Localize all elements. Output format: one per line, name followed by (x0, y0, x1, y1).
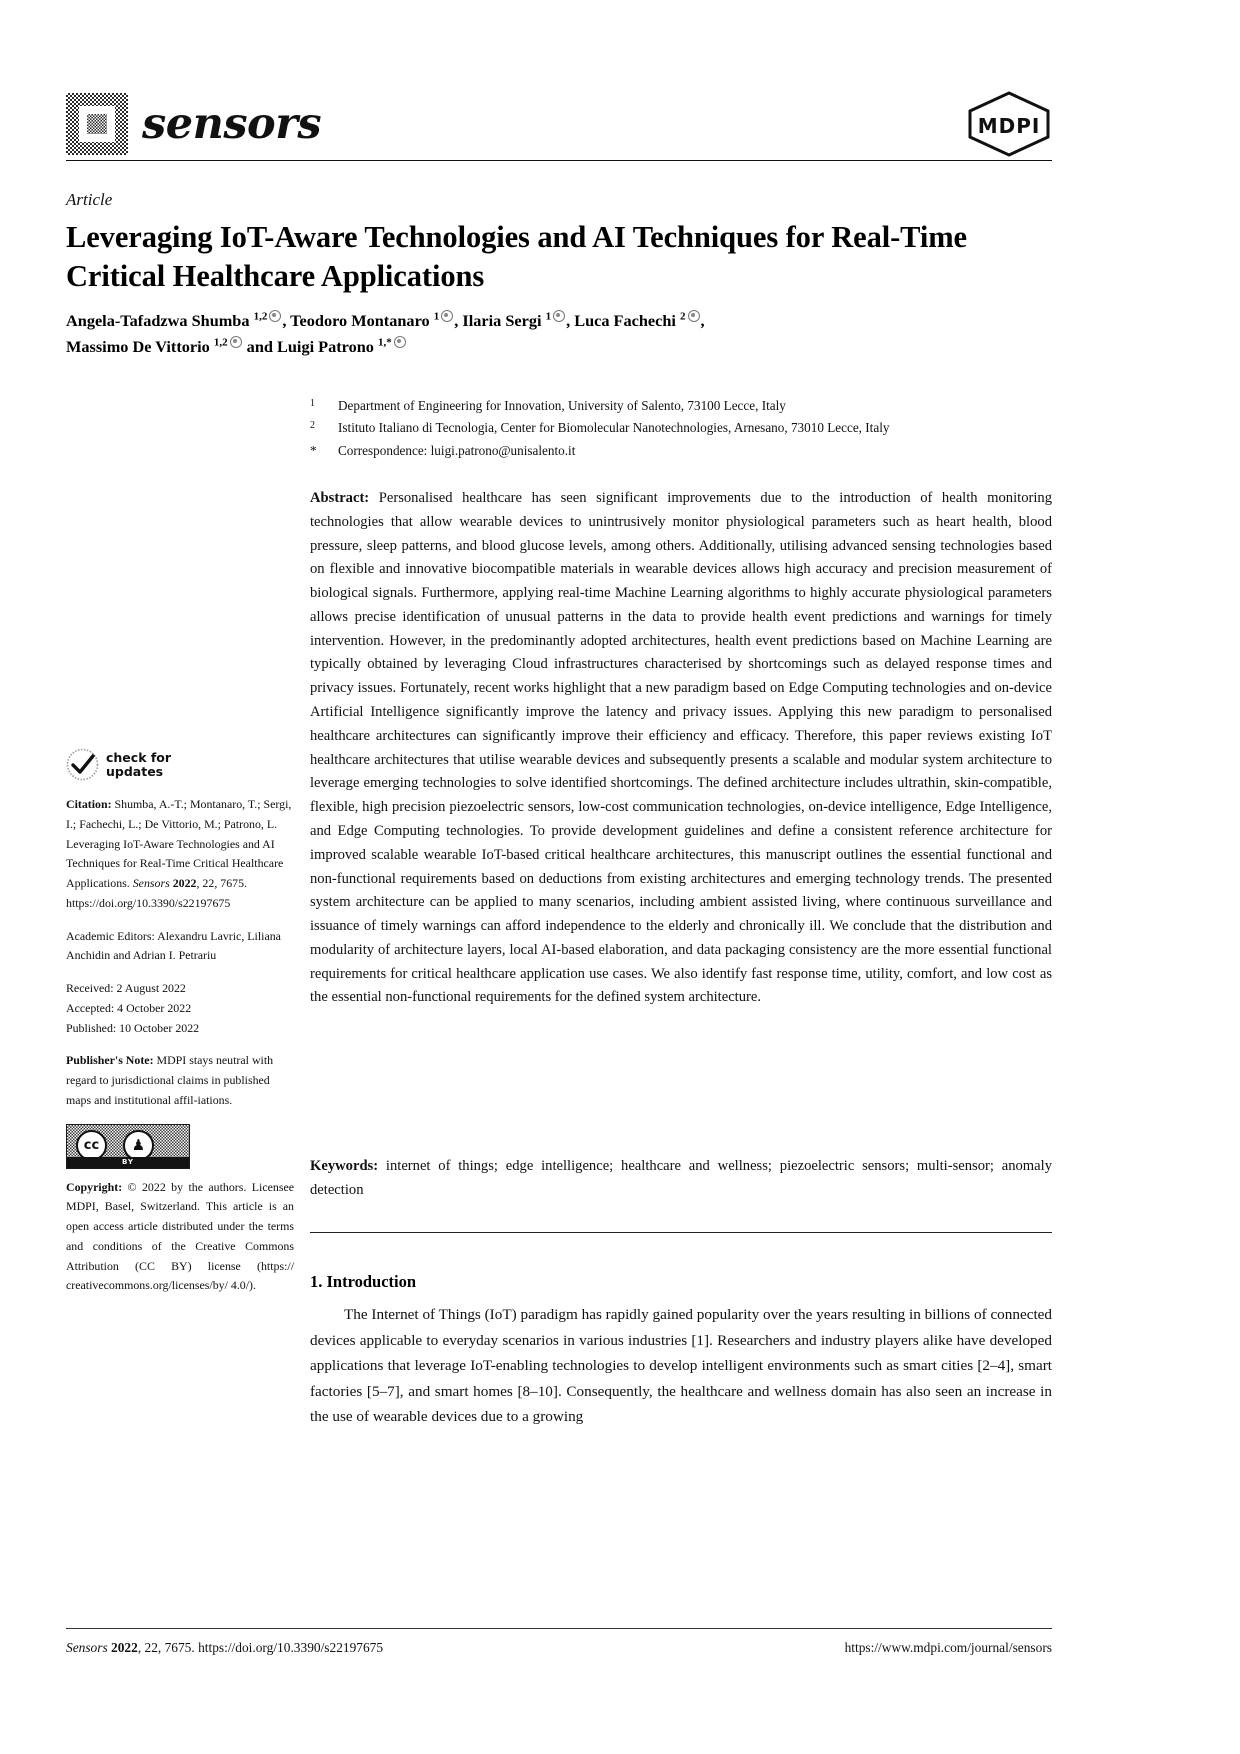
citation-doi[interactable]: https://doi.org/10.3390/s22197675 (66, 894, 294, 914)
affiliation-text: Department of Engineering for Innovation… (338, 398, 786, 413)
orcid-icon[interactable] (441, 310, 454, 322)
keywords-divider (310, 1232, 1052, 1233)
sensors-chip-logo-icon (66, 93, 128, 155)
footer-citation: Sensors 2022, 22, 7675. https://doi.org/… (66, 1640, 383, 1656)
cfu-line-1: check for (106, 749, 172, 765)
dates-block: Received: 2 August 2022 Accepted: 4 Octo… (66, 979, 294, 1038)
citation-year: 2022 (172, 876, 197, 890)
publisher-note-block: Publisher's Note: MDPI stays neutral wit… (66, 1051, 294, 1110)
journal-brand: sensors (66, 93, 322, 155)
copyright-label: Copyright: (66, 1179, 123, 1194)
sidebar: check for updates Citation: Shumba, A.-T… (66, 748, 294, 1309)
author-line-1: Angela-Tafadzwa Shumba 1,2, Teodoro Mont… (66, 310, 705, 330)
page-title: Leveraging IoT-Aware Technologies and AI… (66, 220, 967, 293)
published-date: Published: 10 October 2022 (66, 1020, 200, 1035)
paper-page: sensors MDPI Article Leveraging IoT-Awar… (0, 0, 1240, 1754)
affiliation-mark: 2 (310, 420, 315, 432)
affiliation-row: 2 Istituto Italiano di Tecnologia, Cente… (310, 418, 1052, 440)
cc-bar-label: BY (67, 1156, 189, 1168)
keywords-text: internet of things; edge intelligence; h… (310, 1158, 1052, 1198)
correspondence-row: * Correspondence: luigi.patrono@unisalen… (310, 441, 1052, 462)
keywords-label: Keywords: (310, 1158, 379, 1174)
orcid-icon[interactable] (687, 310, 700, 322)
citation-label: Citation: (66, 797, 112, 811)
publisher-note-label: Publisher's Note: (66, 1053, 154, 1068)
received-date: Received: 2 August 2022 (66, 981, 186, 995)
section-paragraph: The Internet of Things (IoT) paradigm ha… (310, 1306, 1052, 1426)
cfu-line-2: updates (106, 763, 164, 779)
masthead: sensors MDPI (66, 88, 1052, 160)
footer-year: 2022 (111, 1640, 138, 1655)
orcid-icon[interactable] (269, 310, 282, 322)
author-line-2: Massimo De Vittorio 1,2 and Luigi Patron… (66, 336, 407, 356)
keywords: Keywords: internet of things; edge intel… (310, 1155, 1052, 1203)
citation-block: Citation: Shumba, A.-T.; Montanaro, T.; … (66, 795, 294, 914)
footer-citation-rest: , 22, 7675. https://doi.org/10.3390/s221… (137, 1640, 384, 1655)
copyright-block: Copyright: © 2022 by the authors. Licens… (66, 1178, 294, 1297)
svg-text:MDPI: MDPI (978, 114, 1041, 138)
affiliations: 1 Department of Engineering for Innovati… (310, 396, 1052, 461)
abstract-text: Personalised healthcare has seen signifi… (310, 490, 1052, 1006)
editors-label: Academic Editors: (66, 928, 155, 943)
citation-journal: Sensors (132, 876, 170, 890)
creative-commons-by-icon[interactable]: cc ♟ BY (66, 1123, 190, 1169)
journal-name: sensors (142, 98, 322, 149)
citation-volume-page: , 22, 7675. (196, 876, 248, 890)
section-heading: 1. Introduction (310, 1272, 417, 1291)
correspondence-text: Correspondence: luigi.patrono@unisalento… (338, 442, 576, 458)
affiliation-row: 1 Department of Engineering for Innovati… (310, 396, 1052, 418)
masthead-divider (66, 160, 1052, 161)
correspondence-mark: * (310, 442, 317, 458)
abstract: Abstract: Personalised healthcare has se… (310, 487, 1052, 1010)
affiliation-mark: 1 (310, 398, 315, 409)
abstract-label: Abstract: (310, 490, 370, 506)
accepted-date: Accepted: 4 October 2022 (66, 1000, 192, 1015)
check-for-updates-badge[interactable]: check for updates (66, 748, 294, 781)
affiliation-text: Istituto Italiano di Tecnologia, Center … (338, 420, 890, 436)
footer-url[interactable]: https://www.mdpi.com/journal/sensors (845, 1640, 1052, 1656)
academic-editors-block: Academic Editors: Alexandru Lavric, Lili… (66, 927, 294, 967)
mdpi-hexagon-icon: MDPI (966, 91, 1052, 157)
section-body: The Internet of Things (IoT) paradigm ha… (310, 1302, 1052, 1430)
copyright-text: © 2022 by the authors. Licensee MDPI, Ba… (66, 1179, 294, 1293)
orcid-icon[interactable] (553, 310, 566, 322)
author-list: Angela-Tafadzwa Shumba 1,2, Teodoro Mont… (66, 308, 1016, 361)
check-for-updates-label: check for updates (106, 749, 172, 779)
check-for-updates-icon (66, 748, 99, 781)
footer-divider (66, 1628, 1052, 1629)
article-type: Article (66, 190, 113, 209)
orcid-icon[interactable] (393, 336, 406, 349)
orcid-icon[interactable] (229, 336, 242, 349)
page-footer: Sensors 2022, 22, 7675. https://doi.org/… (66, 1640, 1052, 1656)
footer-journal: Sensors (66, 1640, 108, 1655)
